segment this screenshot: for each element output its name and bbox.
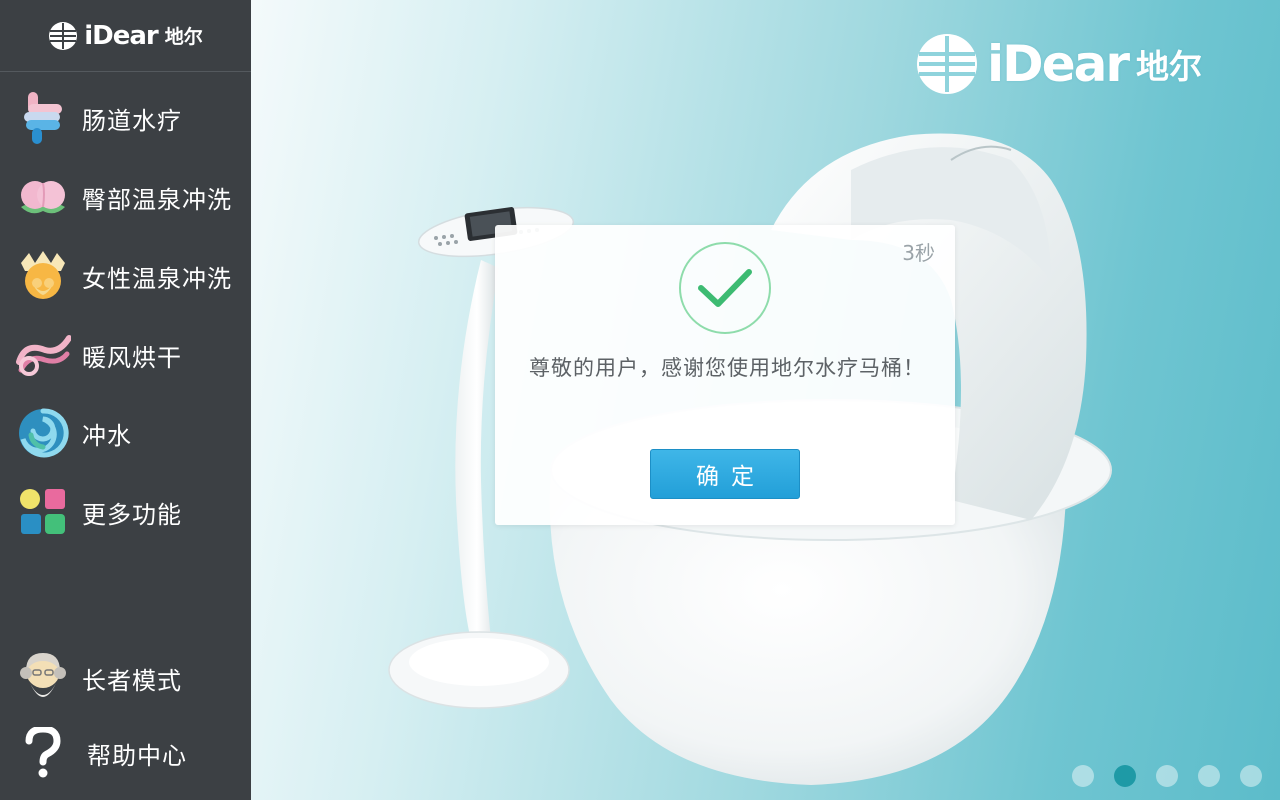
brand-logo-cn: 地尔 <box>164 26 203 48</box>
sidebar-item-label: 冲水 <box>82 421 132 450</box>
brand-globe-icon <box>917 34 978 94</box>
page-dot[interactable] <box>1156 765 1178 787</box>
sidebar-item-female-wash[interactable]: 女性温泉冲洗 <box>0 241 251 311</box>
main-brand-logo: iDear 地尔 <box>915 32 1202 96</box>
sidebar: iDear 地尔 肠道水疗 臀部温泉冲洗 女性温泉冲洗 暖风烘干 冲水 更多功能… <box>0 0 251 800</box>
sidebar-item-hip-wash[interactable]: 臀部温泉冲洗 <box>0 162 251 232</box>
dialog-message: 尊敬的用户，感谢您使用地尔水疗马桶！ <box>529 356 925 380</box>
success-check-icon <box>679 242 771 334</box>
question-icon <box>15 725 71 781</box>
page-indicator <box>1072 765 1262 787</box>
wind-icon <box>15 327 71 383</box>
sidebar-item-colon-hydrotherapy[interactable]: 肠道水疗 <box>0 83 251 153</box>
sidebar-item-label: 长者模式 <box>82 666 182 695</box>
sidebar-item-more-functions[interactable]: 更多功能 <box>0 477 251 547</box>
brand-globe-icon <box>49 21 78 50</box>
page-dot[interactable] <box>1198 765 1220 787</box>
sidebar-item-flush[interactable]: 冲水 <box>0 398 251 468</box>
sidebar-item-help-center[interactable]: 帮助中心 <box>0 718 251 788</box>
sidebar-item-warm-air-dry[interactable]: 暖风烘干 <box>0 320 251 390</box>
brand-logo-text: iDear <box>84 20 158 51</box>
grid-icon <box>15 484 71 540</box>
brand-logo-cn: 地尔 <box>1136 47 1202 86</box>
peach-icon <box>15 169 71 225</box>
lotus-icon <box>15 248 71 304</box>
page-dot[interactable] <box>1072 765 1094 787</box>
elder-icon <box>15 650 71 706</box>
sidebar-item-label: 臀部温泉冲洗 <box>82 185 232 214</box>
sidebar-item-label: 女性温泉冲洗 <box>82 264 232 293</box>
thank-you-dialog: 3秒 尊敬的用户，感谢您使用地尔水疗马桶！ 确定 <box>495 225 955 525</box>
brand-logo-text: iDear <box>987 35 1130 93</box>
page-dot[interactable] <box>1240 765 1262 787</box>
sidebar-item-label: 帮助中心 <box>87 741 187 770</box>
page-dot-active[interactable] <box>1114 765 1136 787</box>
sidebar-item-label: 暖风烘干 <box>82 343 182 372</box>
sidebar-item-label: 更多功能 <box>82 500 182 529</box>
confirm-button[interactable]: 确定 <box>650 449 800 499</box>
swirl-icon <box>15 405 71 461</box>
sidebar-logo: iDear 地尔 <box>0 0 251 72</box>
sidebar-item-label: 肠道水疗 <box>82 106 182 135</box>
intestine-icon <box>15 90 71 146</box>
sidebar-item-elder-mode[interactable]: 长者模式 <box>0 643 251 713</box>
countdown-timer: 3秒 <box>902 241 935 265</box>
